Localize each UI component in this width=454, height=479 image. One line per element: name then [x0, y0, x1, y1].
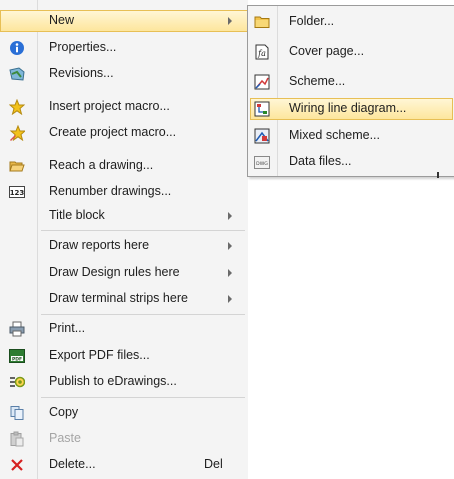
menu-item-label: Draw terminal strips here — [49, 291, 188, 305]
menu-item-label: Reach a drawing... — [49, 158, 154, 172]
folder-icon — [254, 14, 270, 30]
menu-separator — [41, 397, 245, 398]
menu-item-copy[interactable]: Copy — [0, 402, 248, 424]
shortcut-label: Del — [204, 457, 223, 471]
svg-text:123: 123 — [10, 189, 25, 197]
menu-item-label: Copy — [49, 405, 79, 419]
info-icon — [9, 40, 25, 56]
menu-item-delete[interactable]: Delete... Del — [0, 454, 248, 476]
context-menu: New Properties... Revisions... Insert pr… — [0, 0, 248, 479]
menu-item-label: Insert project macro... — [49, 99, 170, 113]
menu-item-export-pdf-files[interactable]: PDF Export PDF files... — [0, 345, 248, 367]
dwg-file-icon: DWG — [254, 154, 270, 170]
menu-item-label: Renumber drawings... — [49, 184, 172, 198]
submenu-item-label: Cover page... — [289, 44, 365, 58]
menu-separator — [41, 230, 245, 231]
submenu-item-label: Scheme... — [289, 74, 346, 88]
menu-item-renumber-drawings[interactable]: 123 Renumber drawings... — [0, 181, 248, 203]
revisions-icon — [9, 66, 25, 82]
menu-item-label: Export PDF files... — [49, 348, 150, 362]
new-submenu: Folder... fa Cover page... Scheme... Wir… — [247, 5, 454, 177]
menu-item-create-project-macro[interactable]: Create project macro... — [0, 122, 248, 144]
star-pencil-icon — [9, 125, 25, 141]
submenu-item-wiring-line-diagram[interactable]: Wiring line diagram... — [250, 98, 453, 120]
submenu-item-label: Wiring line diagram... — [289, 101, 407, 115]
menu-item-label: Draw Design rules here — [49, 265, 180, 279]
pdf-icon: PDF — [9, 348, 25, 364]
menu-item-label: New — [49, 13, 75, 27]
menu-item-draw-design-rules-here[interactable]: Draw Design rules here — [0, 262, 248, 284]
copy-icon — [9, 405, 25, 421]
menu-item-properties[interactable]: Properties... — [0, 37, 248, 59]
submenu-arrow-icon — [228, 295, 232, 303]
paste-icon — [9, 431, 25, 447]
menu-item-insert-project-macro[interactable]: Insert project macro... — [0, 96, 248, 118]
mixed-scheme-icon — [254, 128, 270, 144]
menu-item-draw-reports-here[interactable]: Draw reports here — [0, 235, 248, 257]
submenu-item-label: Mixed scheme... — [289, 128, 381, 142]
scheme-icon — [254, 74, 270, 90]
wiring-diagram-icon — [254, 101, 270, 117]
edrawings-icon — [9, 374, 25, 390]
background-mark — [437, 172, 439, 178]
submenu-item-mixed-scheme[interactable]: Mixed scheme... — [250, 125, 453, 147]
submenu-item-data-files[interactable]: DWG Data files... — [250, 151, 453, 173]
menu-item-label: Draw reports here — [49, 238, 150, 252]
menu-item-label: Revisions... — [49, 66, 114, 80]
cover-page-icon: fa — [254, 44, 270, 60]
submenu-item-label: Folder... — [289, 14, 335, 28]
printer-icon — [9, 321, 25, 337]
menu-item-new[interactable]: New — [0, 10, 248, 32]
menu-item-title-block[interactable]: Title block — [0, 205, 248, 227]
menu-separator — [41, 314, 245, 315]
submenu-arrow-icon — [228, 212, 232, 220]
menu-item-label: Create project macro... — [49, 125, 177, 139]
svg-text:fa: fa — [257, 49, 266, 58]
menu-item-label: Delete... — [49, 457, 96, 471]
svg-text:DWG: DWG — [256, 161, 268, 167]
renumber-123-icon: 123 — [9, 184, 25, 200]
submenu-arrow-icon — [228, 269, 232, 277]
menu-item-draw-terminal-strips-here[interactable]: Draw terminal strips here — [0, 288, 248, 310]
submenu-item-scheme[interactable]: Scheme... — [250, 71, 453, 93]
menu-item-label: Title block — [49, 208, 105, 222]
open-folder-icon — [9, 158, 25, 174]
menu-item-revisions[interactable]: Revisions... — [0, 63, 248, 85]
menu-item-print[interactable]: Print... — [0, 318, 248, 340]
menu-item-reach-a-drawing[interactable]: Reach a drawing... — [0, 155, 248, 177]
menu-item-label: Paste — [49, 431, 81, 445]
submenu-item-folder[interactable]: Folder... — [250, 11, 453, 33]
svg-text:PDF: PDF — [12, 356, 22, 362]
delete-x-icon — [9, 457, 25, 473]
submenu-item-label: Data files... — [289, 154, 352, 168]
menu-item-label: Publish to eDrawings... — [49, 374, 177, 388]
menu-item-publish-to-edrawings[interactable]: Publish to eDrawings... — [0, 371, 248, 393]
submenu-arrow-icon — [228, 242, 232, 250]
submenu-item-cover-page[interactable]: fa Cover page... — [250, 41, 453, 63]
menu-item-label: Print... — [49, 321, 86, 335]
star-icon — [9, 99, 25, 115]
menu-item-label: Properties... — [49, 40, 117, 54]
submenu-arrow-icon — [228, 17, 232, 25]
menu-item-paste[interactable]: Paste — [0, 428, 248, 450]
